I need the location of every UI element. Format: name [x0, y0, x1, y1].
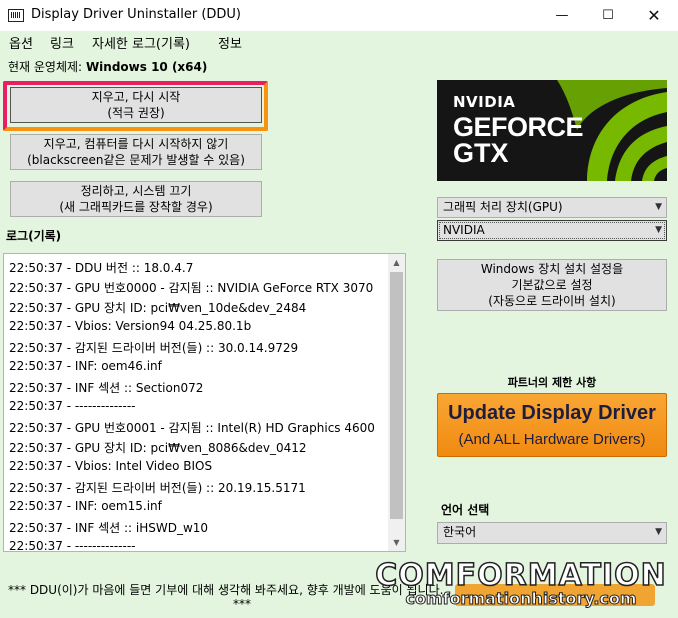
menu-links[interactable]: 링크 — [50, 33, 74, 52]
window-title: Display Driver Uninstaller (DDU) — [31, 7, 242, 22]
promo-title: Update Display Driver — [448, 402, 656, 424]
language-value: 한국어 — [443, 525, 477, 539]
scroll-down-icon[interactable]: ▼ — [388, 534, 405, 551]
log-line: 22:50:37 - Vbios: Version94 04.25.80.1b — [9, 319, 252, 333]
watermark-url: comformationhistory.com — [405, 589, 637, 608]
minimize-button[interactable]: — — [539, 0, 585, 31]
os-value: Windows 10 (x64) — [85, 60, 208, 74]
clean-and-shutdown-button[interactable]: 정리하고, 시스템 끄기 (새 그래픽카드를 장착할 경우) — [10, 181, 262, 217]
menu-options[interactable]: 옵션 — [9, 33, 33, 52]
menu-bar: 옵션 링크 자세한 로그(기록) 정보 — [0, 31, 678, 53]
product-line-2: GTX — [453, 138, 509, 168]
clean-restart-label: 지우고, 다시 시작 — [91, 90, 181, 104]
menu-detailed-log[interactable]: 자세한 로그(기록) — [92, 33, 190, 52]
log-line: 22:50:37 - 감지된 드라이버 버전(들) :: 20.19.15.51… — [9, 481, 306, 495]
update-driver-promo-button[interactable]: Update Display Driver (And ALL Hardware … — [437, 393, 667, 457]
log-label: 로그(기록) — [6, 229, 62, 243]
close-button[interactable]: ✕ — [631, 0, 677, 31]
clean-shutdown-sublabel: (새 그래픽카드를 장착할 경우) — [59, 200, 213, 214]
maximize-button[interactable]: ☐ — [585, 0, 631, 31]
watermark: COMFORMATION comformationhistory.com — [371, 558, 671, 608]
title-bar: Display Driver Uninstaller (DDU) — ☐ ✕ — [0, 0, 678, 31]
brand-name: NVIDIA — [453, 93, 516, 111]
partner-label: 파트너의 제한 사항 — [507, 376, 597, 389]
log-list[interactable]: 22:50:37 - DDU 버전 :: 18.0.4.7 22:50:37 -… — [3, 253, 406, 552]
donation-note-end: *** — [233, 597, 251, 611]
os-info: 현재 운영체제: Windows 10 (x64) — [8, 58, 207, 75]
device-install-line-1: Windows 장치 설치 설정을 — [480, 262, 624, 276]
os-label: 현재 운영체제: — [8, 60, 83, 74]
device-type-select[interactable]: 그래픽 처리 장치(GPU) ▼ — [437, 197, 667, 218]
log-line: 22:50:37 - Vbios: Intel Video BIOS — [9, 459, 213, 473]
language-select[interactable]: 한국어 ▼ — [437, 522, 667, 544]
clean-shutdown-label: 정리하고, 시스템 끄기 — [80, 184, 192, 198]
log-line: 22:50:37 - -------------- — [9, 539, 136, 552]
vendor-select[interactable]: NVIDIA ▼ — [437, 220, 667, 241]
scroll-thumb[interactable] — [390, 272, 403, 519]
log-scrollbar[interactable]: ▲ ▼ — [388, 254, 405, 551]
log-line: 22:50:37 - GPU 장치 ID: pci₩ven_10de&dev_2… — [9, 301, 307, 315]
chevron-down-icon: ▼ — [655, 527, 662, 537]
log-line: 22:50:37 - GPU 장치 ID: pci₩ven_8086&dev_0… — [9, 441, 307, 455]
watermark-title: COMFORMATION — [375, 558, 667, 594]
promo-subtitle: (And ALL Hardware Drivers) — [458, 431, 646, 448]
app-icon — [8, 9, 24, 22]
menu-about[interactable]: 정보 — [218, 33, 242, 52]
log-line: 22:50:37 - 감지된 드라이버 버전(들) :: 30.0.14.972… — [9, 341, 299, 355]
chevron-down-icon: ▼ — [655, 202, 662, 212]
app-body: 옵션 링크 자세한 로그(기록) 정보 현재 운영체제: Windows 10 … — [0, 31, 678, 618]
clean-and-restart-button[interactable]: 지우고, 다시 시작 (적극 권장) — [10, 87, 262, 123]
gpu-brand-logo: NVIDIA GEFORCE GTX — [437, 80, 667, 181]
device-type-value: 그래픽 처리 장치(GPU) — [443, 200, 563, 214]
chevron-down-icon: ▼ — [655, 225, 662, 235]
language-label: 언어 선택 — [441, 503, 490, 517]
clean-restart-sublabel: (적극 권장) — [107, 106, 165, 120]
log-line: 22:50:37 - GPU 번호0000 - 감지됨 :: NVIDIA Ge… — [9, 281, 374, 295]
clean-no-restart-label: 지우고, 컴퓨터를 다시 시작하지 않기 — [43, 137, 229, 151]
device-install-settings-button[interactable]: Windows 장치 설치 설정을 기본값으로 설정 (자동으로 드라이버 설치… — [437, 259, 667, 311]
clean-no-restart-button[interactable]: 지우고, 컴퓨터를 다시 시작하지 않기 (blackscreen같은 문제가 … — [10, 134, 262, 170]
log-line: 22:50:37 - INF: oem46.inf — [9, 359, 162, 373]
device-install-line-3: (자동으로 드라이버 설치) — [488, 294, 616, 308]
log-line: 22:50:37 - INF 섹션 :: iHSWD_w10 — [9, 521, 209, 535]
scroll-up-icon[interactable]: ▲ — [388, 254, 405, 271]
focus-outline — [439, 222, 665, 239]
log-line: 22:50:37 - GPU 번호0001 - 감지됨 :: Intel(R) … — [9, 421, 375, 435]
log-line: 22:50:37 - INF: oem15.inf — [9, 499, 162, 513]
log-line: 22:50:37 - DDU 버전 :: 18.0.4.7 — [9, 261, 194, 275]
log-line: 22:50:37 - INF 섹션 :: Section072 — [9, 381, 204, 395]
log-line: 22:50:37 - -------------- — [9, 399, 136, 413]
device-install-line-2: 기본값으로 설정 — [511, 278, 593, 292]
clean-no-restart-sublabel: (blackscreen같은 문제가 발생할 수 있음) — [27, 153, 245, 167]
